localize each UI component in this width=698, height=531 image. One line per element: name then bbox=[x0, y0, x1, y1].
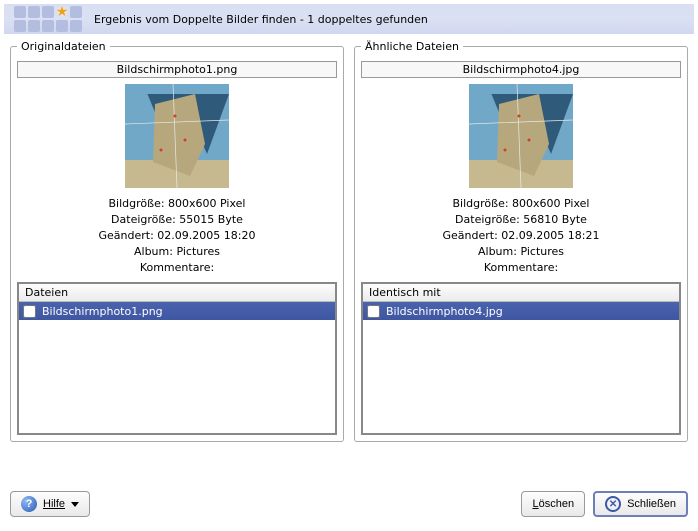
similar-listbox[interactable]: Identisch mit Bildschirmphoto4.jpg bbox=[361, 282, 681, 435]
close-button-label: Schließen bbox=[627, 498, 676, 510]
delete-button-label: Löschen bbox=[532, 498, 574, 510]
similar-list-header[interactable]: Identisch mit bbox=[363, 284, 679, 302]
chevron-down-icon bbox=[71, 502, 79, 507]
app-logo: ★ bbox=[14, 6, 82, 32]
help-button[interactable]: ? Hilfe bbox=[10, 491, 90, 517]
banner-title: Ergebnis vom Doppelte Bilder finden - 1 … bbox=[94, 13, 428, 26]
similar-filename: Bildschirmphoto4.jpg bbox=[361, 61, 681, 78]
original-listbox[interactable]: Dateien Bildschirmphoto1.png bbox=[17, 282, 337, 435]
list-item[interactable]: Bildschirmphoto1.png bbox=[19, 302, 335, 320]
list-item-checkbox[interactable] bbox=[23, 305, 36, 318]
banner: ★ Ergebnis vom Doppelte Bilder finden - … bbox=[4, 4, 694, 34]
list-item-label: Bildschirmphoto1.png bbox=[42, 305, 163, 318]
delete-button[interactable]: Löschen bbox=[521, 491, 585, 517]
list-item[interactable]: Bildschirmphoto4.jpg bbox=[363, 302, 679, 320]
panel-original-legend: Originaldateien bbox=[17, 40, 110, 53]
close-icon: ✕ bbox=[605, 496, 621, 512]
original-list-header[interactable]: Dateien bbox=[19, 284, 335, 302]
panel-similar-legend: Ähnliche Dateien bbox=[361, 40, 463, 53]
help-icon: ? bbox=[21, 496, 37, 512]
help-button-label: Hilfe bbox=[43, 498, 65, 510]
original-thumbnail bbox=[125, 84, 229, 188]
list-item-checkbox[interactable] bbox=[367, 305, 380, 318]
panel-original: Originaldateien Bildschirmphoto1.png bbox=[10, 40, 344, 442]
original-filename: Bildschirmphoto1.png bbox=[17, 61, 337, 78]
panel-similar: Ähnliche Dateien Bildschirmphoto4.jpg bbox=[354, 40, 688, 442]
list-item-label: Bildschirmphoto4.jpg bbox=[386, 305, 503, 318]
close-button[interactable]: ✕ Schließen bbox=[593, 491, 688, 517]
similar-meta: Bildgröße: 800x600 Pixel Dateigröße: 568… bbox=[361, 196, 681, 276]
original-meta: Bildgröße: 800x600 Pixel Dateigröße: 550… bbox=[17, 196, 337, 276]
similar-thumbnail bbox=[469, 84, 573, 188]
